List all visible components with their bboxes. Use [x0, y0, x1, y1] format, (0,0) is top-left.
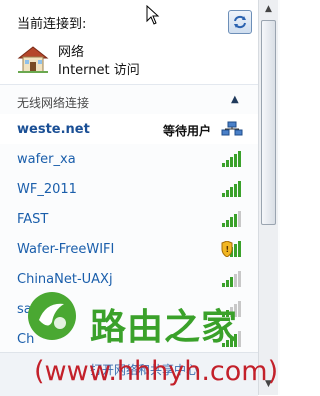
vertical-scrollbar[interactable]: ▲ ▼	[258, 0, 278, 395]
network-item-wafer-freewifi[interactable]: Wafer-FreeWIFI !	[0, 234, 258, 264]
scroll-up-icon[interactable]: ▲	[261, 2, 276, 17]
network-ssid: weste.net	[17, 122, 90, 137]
network-computers-icon	[221, 121, 243, 136]
scrollbar-thumb[interactable]	[261, 20, 276, 225]
collapse-chevron-icon[interactable]: ▲	[231, 94, 239, 105]
wireless-section-title: 无线网络连接	[17, 96, 90, 110]
network-ssid: ChinaNet-UAXj	[17, 272, 113, 287]
signal-bars-icon	[222, 151, 241, 167]
signal-bars-icon	[222, 181, 241, 197]
network-ssid: Wafer-FreeWIFI	[17, 242, 115, 257]
home-network-icon	[17, 46, 49, 73]
divider	[0, 84, 258, 85]
watermark-url-text: www.hhhyh.com	[44, 356, 268, 387]
refresh-button[interactable]	[228, 10, 252, 34]
network-item-fast[interactable]: FAST	[0, 204, 258, 234]
watermark-brand: 路由之家	[90, 307, 239, 348]
connected-network-name: 网络	[58, 45, 85, 60]
mouse-cursor-icon	[146, 5, 160, 25]
network-ssid: wafer_xa	[17, 152, 76, 167]
network-item-wafer-xa[interactable]: wafer_xa	[0, 144, 258, 174]
signal-bars-icon	[222, 211, 241, 227]
network-ssid: FAST	[17, 212, 49, 227]
watermark-url: (www.hhhyh.com)	[34, 356, 278, 387]
watermark-url-open: (	[34, 356, 45, 387]
current-connection-label: 当前连接到:	[17, 17, 87, 32]
watermark-logo-icon	[28, 292, 76, 340]
network-flyout: 当前连接到: 网络 Internet 访问 无线网络连接 ▲ weste.net…	[0, 0, 280, 396]
network-connection-status: 等待用户	[163, 124, 212, 138]
network-item-wf-2011[interactable]: WF_2011	[0, 174, 258, 204]
signal-bars-icon	[222, 271, 241, 287]
current-connection-section: 当前连接到: 网络 Internet 访问	[0, 0, 258, 84]
network-ssid: WF_2011	[17, 182, 77, 197]
connected-network-status: Internet 访问	[58, 63, 140, 78]
svg-text:!: !	[226, 245, 230, 254]
shield-warning-icon: !	[221, 241, 241, 257]
watermark-url-close: )	[267, 356, 279, 387]
network-item-weste-net[interactable]: weste.net 等待用户	[0, 114, 258, 144]
refresh-icon	[234, 15, 246, 29]
